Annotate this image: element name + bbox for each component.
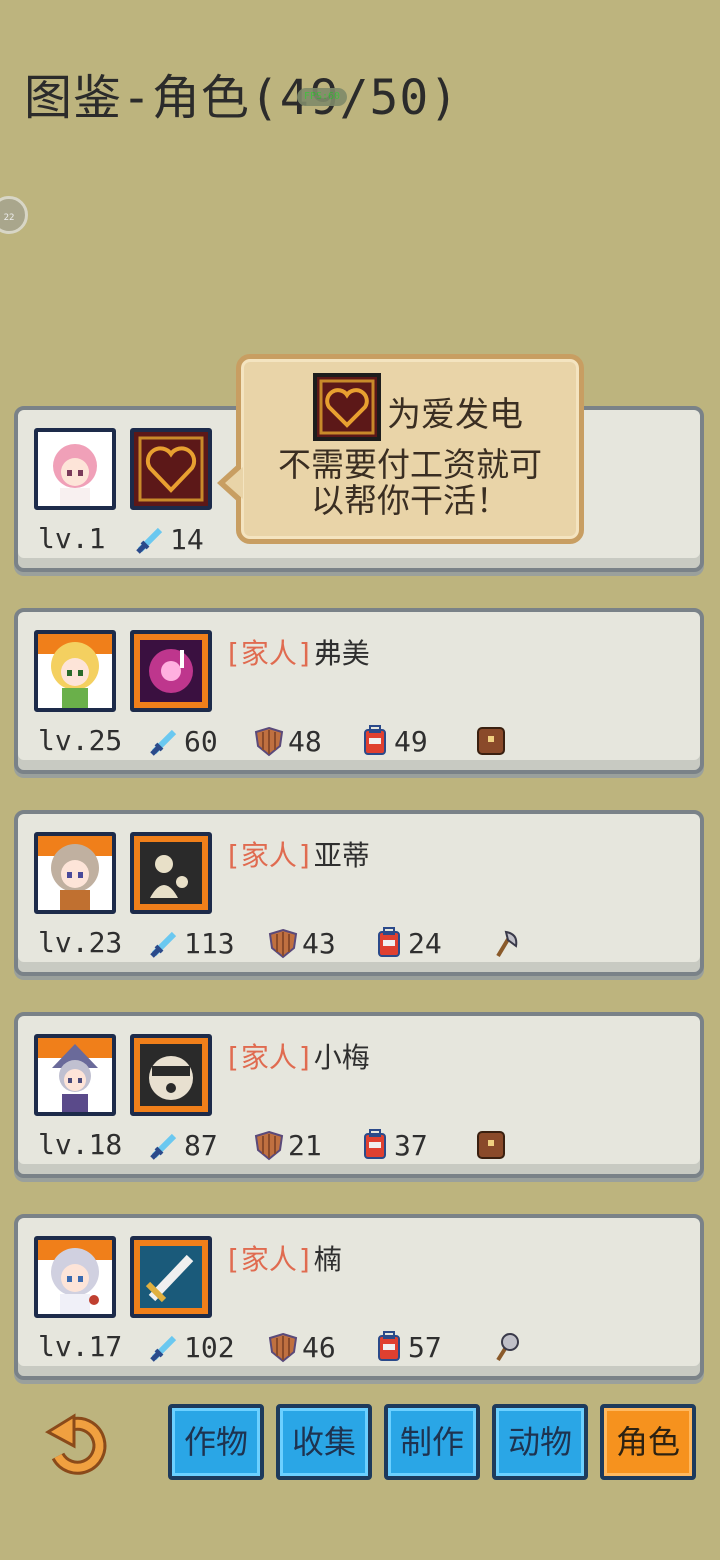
character-name: [家人]楠 <box>224 1238 342 1278</box>
chest-icon <box>474 724 508 758</box>
character-name: [家人]弗美 <box>224 632 370 672</box>
defense-stat: 46 <box>266 1330 336 1364</box>
tooltip-desc-line-1: 不需要付工资就可 <box>278 445 542 484</box>
skill-icon-shadow <box>130 832 212 914</box>
page-title: 图鉴-角色(49/50) <box>24 70 460 126</box>
defense-stat: 21 <box>252 1128 322 1162</box>
backpack-icon <box>364 725 386 755</box>
backpack-icon <box>378 1331 400 1361</box>
character-name-text: 亚蒂 <box>313 839 370 872</box>
shield-icon <box>254 1130 284 1161</box>
level-text: lv.25 <box>38 724 123 757</box>
defense-stat: 43 <box>266 926 336 960</box>
skill-icon-sword <box>130 1236 212 1318</box>
backpack-stat: 24 <box>372 926 442 960</box>
shield-icon <box>268 1332 298 1363</box>
sword-icon <box>136 527 163 554</box>
back-icon[interactable] <box>44 1412 112 1476</box>
skill-tooltip: 为爱发电 不需要付工资就可 以帮你干活！ <box>217 354 584 544</box>
floating-assist-button[interactable]: 22 <box>0 196 28 234</box>
tooltip-title: 为爱发电 <box>387 395 523 435</box>
backpack-icon <box>364 1129 386 1159</box>
character-name-text: 小梅 <box>313 1041 370 1074</box>
character-card-5[interactable]: [家人]楠 lv.17 102 46 57 <box>14 1214 704 1380</box>
sword-icon <box>150 931 177 958</box>
character-tag: [家人] <box>224 637 314 670</box>
tab-characters[interactable]: 角色 <box>600 1404 696 1480</box>
shield-icon <box>268 928 298 959</box>
skill-icon-music <box>130 630 212 712</box>
axe-icon <box>488 926 522 960</box>
character-card-3[interactable]: [家人]亚蒂 lv.23 113 43 24 <box>14 810 704 976</box>
backpack-stat: 37 <box>358 1128 428 1162</box>
tab-animals[interactable]: 动物 <box>492 1404 588 1480</box>
character-portrait <box>34 428 116 510</box>
sword-icon <box>150 1335 177 1362</box>
character-tag: [家人] <box>224 839 314 872</box>
shield-icon <box>254 726 284 757</box>
heart-skill-icon <box>313 373 381 441</box>
character-portrait <box>34 1034 116 1116</box>
character-name: [家人]小梅 <box>224 1036 370 1076</box>
tab-crops[interactable]: 作物 <box>168 1404 264 1480</box>
sword-icon <box>150 729 177 756</box>
character-card-4[interactable]: [家人]小梅 lv.18 87 21 37 <box>14 1012 704 1178</box>
tooltip-desc-line-2: 以帮你干活！ <box>311 481 509 520</box>
level-text: lv.18 <box>38 1128 123 1161</box>
character-tag: [家人] <box>224 1041 314 1074</box>
fps-counter: FPS:60 <box>297 88 347 106</box>
level-text: lv.23 <box>38 926 123 959</box>
character-portrait <box>34 832 116 914</box>
character-portrait <box>34 630 116 712</box>
level-text: lv.17 <box>38 1330 123 1363</box>
backpack-stat: 49 <box>358 724 428 758</box>
tooltip-description: 不需要付工资就可 以帮你干活！ <box>241 447 579 519</box>
chest-icon <box>474 1128 508 1162</box>
backpack-icon <box>378 927 400 957</box>
tab-collect[interactable]: 收集 <box>276 1404 372 1480</box>
attack-stat: 14 <box>134 522 204 556</box>
attack-stat: 102 <box>148 1330 235 1364</box>
hammer-icon <box>488 1330 522 1364</box>
attack-stat: 60 <box>148 724 218 758</box>
skill-icon-heart <box>130 428 212 510</box>
attack-stat: 87 <box>148 1128 218 1162</box>
character-portrait <box>34 1236 116 1318</box>
attack-stat: 113 <box>148 926 235 960</box>
defense-stat: 48 <box>252 724 322 758</box>
character-name-text: 楠 <box>313 1243 342 1276</box>
character-name: [家人]亚蒂 <box>224 834 370 874</box>
backpack-stat: 57 <box>372 1330 442 1364</box>
sword-icon <box>150 1133 177 1160</box>
character-tag: [家人] <box>224 1243 314 1276</box>
character-card-2[interactable]: [家人]弗美 lv.25 60 48 49 <box>14 608 704 774</box>
level-text: lv.1 <box>38 522 106 555</box>
skill-icon-panda <box>130 1034 212 1116</box>
tab-craft[interactable]: 制作 <box>384 1404 480 1480</box>
character-name-text: 弗美 <box>313 637 370 670</box>
